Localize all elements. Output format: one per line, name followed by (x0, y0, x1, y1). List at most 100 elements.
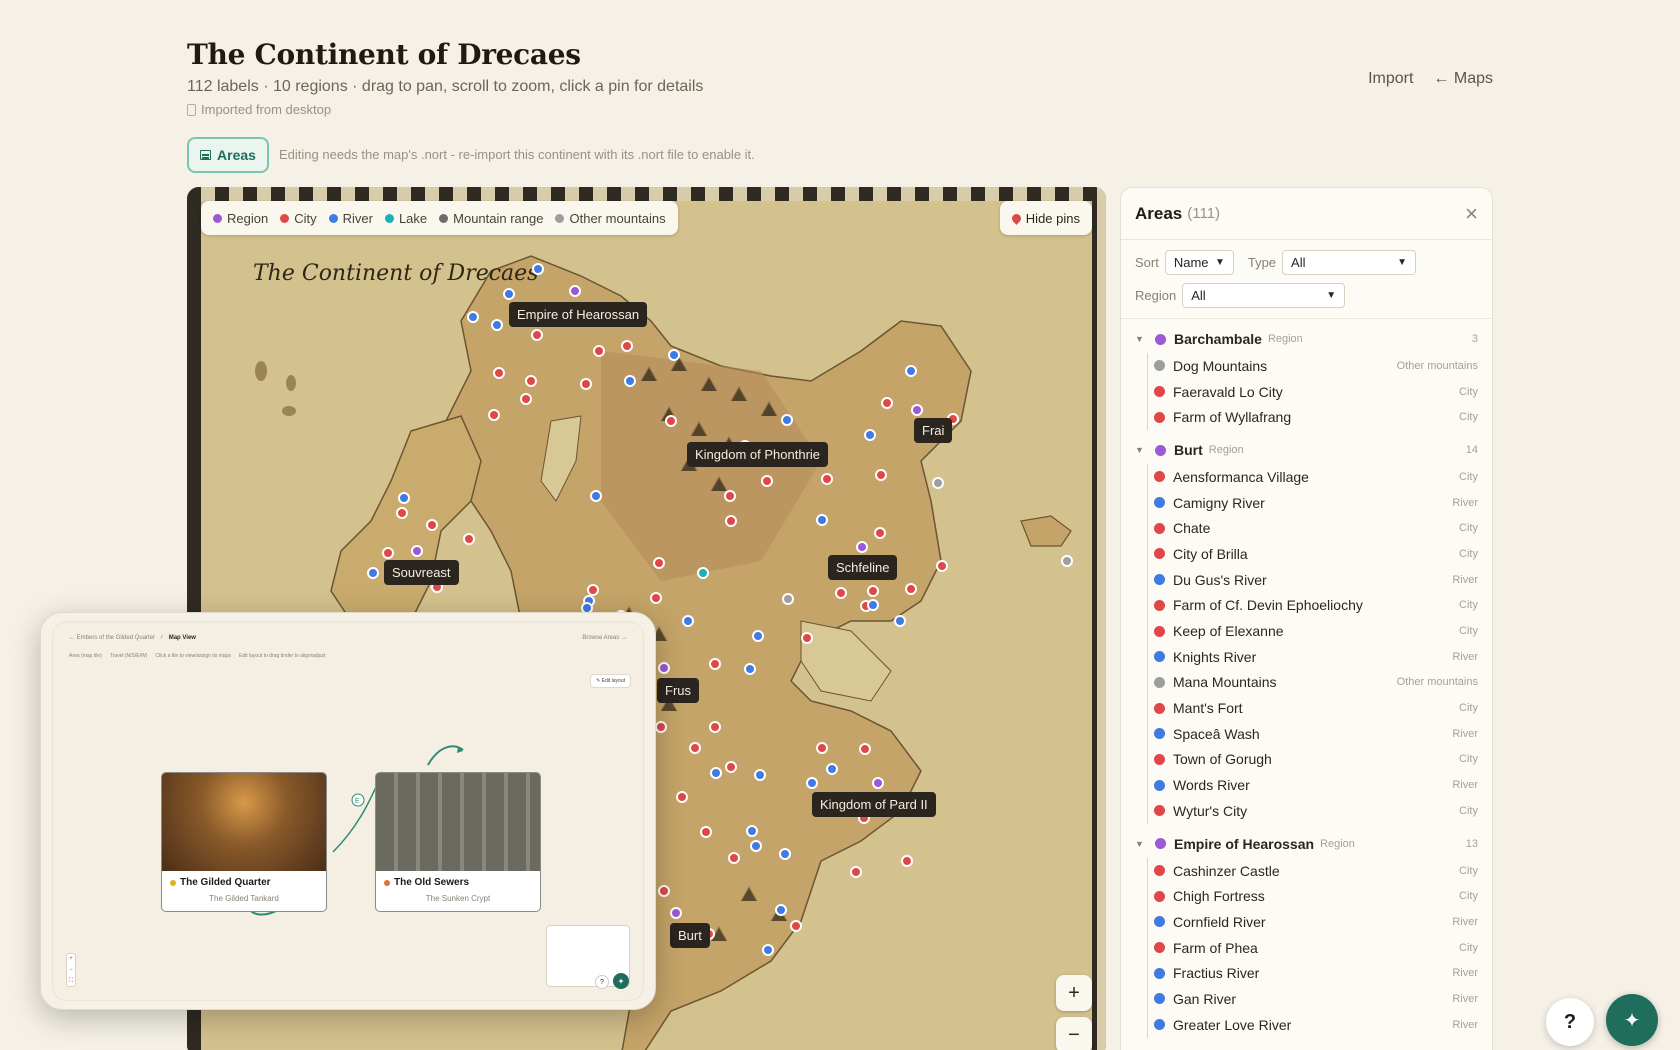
area-list-item[interactable]: Chate City (1152, 515, 1478, 541)
region-group-header[interactable]: ▼ Empire of Hearossan Region 13 (1135, 830, 1478, 858)
area-list-item[interactable]: Camigny River River (1152, 490, 1478, 516)
area-type: City (1459, 385, 1478, 398)
card-subtitle: The Sunken Crypt (425, 894, 491, 903)
area-list-item[interactable]: Du Gus's River River (1152, 567, 1478, 593)
area-list-item[interactable]: Dog Mountains Other mountains (1152, 353, 1478, 379)
area-list-item[interactable]: Knights River River (1152, 644, 1478, 670)
area-type: City (1459, 411, 1478, 424)
chevron-down-icon: ▼ (1397, 257, 1408, 268)
type-value: All (1291, 255, 1306, 270)
area-list-item[interactable]: Aensformanca Village City (1152, 464, 1478, 490)
area-list-item[interactable]: Town of Gorugh City (1152, 747, 1478, 773)
mountain-pins[interactable] (782, 477, 1073, 605)
region-group-type: Region (1320, 837, 1355, 850)
area-list-item[interactable]: Cashinzer Castle City (1152, 858, 1478, 884)
collapse-caret-icon[interactable]: ▼ (1135, 839, 1155, 849)
region-label-kingdom-of-phonthrie[interactable]: Kingdom of Phonthrie (687, 442, 829, 467)
area-name: Gan River (1173, 990, 1237, 1007)
area-list-item[interactable]: Farm of Wyllafrang City (1152, 404, 1478, 430)
preview-fit-icon[interactable]: ⛶ (67, 976, 75, 987)
collapse-caret-icon[interactable]: ▼ (1135, 334, 1155, 344)
area-type-dot (1154, 967, 1165, 979)
area-type: River (1452, 650, 1478, 663)
areas-list: ▼ Barchambale Region 3 Dog Mountains Other mo… (1121, 319, 1492, 1038)
region-label-souvreast[interactable]: Souvreast (384, 560, 459, 585)
region-dot (1155, 838, 1166, 850)
import-link[interactable]: Import (1368, 70, 1413, 88)
card-subtitle: The Gilded Tankard (209, 894, 279, 903)
areas-button-label: Areas (217, 147, 256, 163)
area-name: Keep of Elexanne (1173, 623, 1284, 640)
sparkle-icon[interactable]: ✦ (1606, 994, 1658, 1046)
area-list-item[interactable]: Gan River River (1152, 986, 1478, 1012)
preview-sparkle-icon[interactable]: ✦ (613, 973, 629, 989)
area-list-item[interactable]: Faeravald Lo City City (1152, 379, 1478, 405)
legend-dot (439, 213, 449, 223)
preview-area-card[interactable]: The Gilded Quarter The Gilded Tankard (161, 772, 327, 912)
hide-pins-button[interactable]: Hide pins (999, 201, 1092, 235)
preview-zoom-out[interactable]: − (67, 965, 75, 976)
region-select[interactable]: All ▼ (1182, 283, 1346, 308)
area-type-dot (1154, 702, 1165, 714)
close-icon[interactable]: × (1465, 202, 1478, 225)
area-list-item[interactable]: City of Brilla City (1152, 541, 1478, 567)
area-name: Farm of Wyllafrang (1173, 409, 1292, 426)
area-name: Mant's Fort (1173, 700, 1243, 717)
region-label-schfeline[interactable]: Schfeline (828, 555, 898, 580)
area-type-dot (1154, 411, 1165, 423)
zoom-in-button[interactable]: + (1056, 975, 1092, 1011)
area-list-item[interactable]: Chigh Fortress City (1152, 883, 1478, 909)
area-list-item[interactable]: Cornfield River River (1152, 909, 1478, 935)
area-type: River (1452, 992, 1478, 1005)
area-list-item[interactable]: Keep of Elexanne City (1152, 618, 1478, 644)
area-list-item[interactable]: Greater Love River River (1152, 1012, 1478, 1038)
areas-toggle-button[interactable]: Areas (187, 137, 269, 173)
preview-help-button[interactable]: ? (595, 975, 609, 989)
device-icon (187, 103, 196, 116)
area-type-dot (1154, 522, 1165, 534)
preview-area-card[interactable]: The Old Sewers The Sunken Crypt (375, 772, 541, 912)
area-type-dot (1154, 728, 1165, 740)
areas-filters: Sort Name ▼ Type All ▼ Region All ▼ (1121, 240, 1492, 319)
area-type-dot (1154, 916, 1165, 928)
map-view-preview[interactable]: ← Embers of the Gilded Quarter / Map Vie… (40, 612, 656, 1010)
preview-zoom-in[interactable]: + (67, 954, 75, 965)
area-list-item[interactable]: Wytur's City City (1152, 798, 1478, 824)
region-group-header[interactable]: ▼ Burt Region 14 (1135, 436, 1478, 464)
area-list-item[interactable]: Mant's Fort City (1152, 695, 1478, 721)
area-type-dot (1154, 599, 1165, 611)
region-label-burt[interactable]: Burt (670, 923, 710, 948)
area-list-item[interactable]: Fractius River River (1152, 960, 1478, 986)
region-group-name: Empire of Hearossan (1174, 835, 1315, 852)
region-group-header[interactable]: ▼ Barchambale Region 3 (1135, 325, 1478, 353)
area-name: Fractius River (1173, 965, 1260, 982)
help-button[interactable]: ? (1546, 998, 1594, 1046)
map-pin-icon (1009, 211, 1023, 225)
legend-dot (555, 213, 565, 223)
legend-dot (280, 213, 290, 223)
region-label-frus[interactable]: Frus (657, 678, 699, 703)
top-links: Import ← Maps (1368, 70, 1493, 88)
preview-zoom-controls[interactable]: + − ⛶ (66, 953, 76, 987)
legend-label: Region (227, 210, 269, 226)
maps-link[interactable]: ← Maps (1433, 70, 1493, 88)
sort-select[interactable]: Name ▼ (1164, 250, 1234, 275)
area-type: River (1452, 779, 1478, 792)
preview-card-title: The Gilded Quarter (162, 871, 326, 888)
area-list-item[interactable]: Mana Mountains Other mountains (1152, 670, 1478, 696)
area-list-item[interactable]: Spaceâ Wash River (1152, 721, 1478, 747)
region-label-frai[interactable]: Frai (914, 418, 953, 443)
lake-pins[interactable] (697, 567, 709, 579)
zoom-out-button[interactable]: − (1056, 1017, 1092, 1050)
area-list-item[interactable]: Words River River (1152, 772, 1478, 798)
area-list-item[interactable]: Farm of Cf. Devin Ephoeliochy City (1152, 593, 1478, 619)
sewers-thumbnail (376, 773, 540, 871)
area-name: Farm of Phea (1173, 939, 1258, 956)
type-select[interactable]: All ▼ (1282, 250, 1417, 275)
region-label-empire-of-hearossan[interactable]: Empire of Hearossan (509, 302, 648, 327)
area-type: Other mountains (1396, 359, 1478, 372)
list-icon (200, 150, 212, 160)
collapse-caret-icon[interactable]: ▼ (1135, 445, 1155, 455)
region-label-kingdom-of-pard-ii[interactable]: Kingdom of Pard II (812, 792, 936, 817)
area-list-item[interactable]: Farm of Phea City (1152, 935, 1478, 961)
